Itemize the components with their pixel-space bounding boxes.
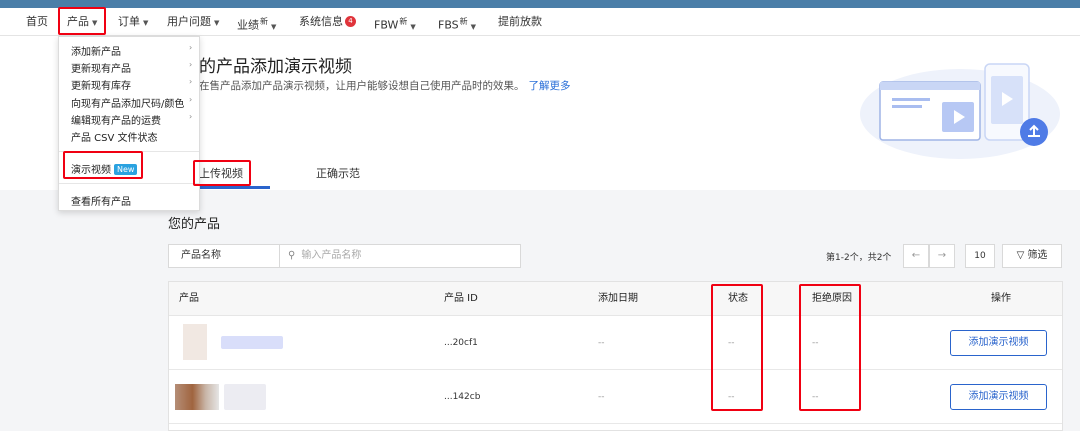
page-description-text: 在售产品添加产品演示视频，让用户能够设想自己使用产品时的效果。 bbox=[199, 80, 525, 92]
chevron-down-icon: ▼ bbox=[214, 19, 220, 27]
nav-performance-label: 业绩 bbox=[237, 18, 259, 32]
chevron-right-icon: › bbox=[189, 43, 193, 52]
page-title: 的产品添加演示视频 bbox=[199, 57, 352, 77]
nav-user-issues-label: 用户问题 bbox=[167, 15, 211, 28]
nav-fbw-label: FBW bbox=[374, 18, 399, 32]
page-description: 在售产品添加产品演示视频，让用户能够设想自己使用产品时的效果。 了解更多 bbox=[199, 78, 571, 93]
video-illustration bbox=[860, 63, 1060, 159]
chevron-down-icon: ▼ bbox=[271, 22, 277, 31]
nav-system-info-label: 系统信息 bbox=[299, 15, 343, 28]
search-input[interactable]: ⚲ 输入产品名称 bbox=[280, 244, 521, 268]
products-dropdown-menu: 添加新产品 › 更新现有产品 › 更新现有库存 › 向现有产品添加尺码/颜色 ›… bbox=[58, 36, 200, 211]
nav-home-label: 首页 bbox=[26, 15, 48, 28]
nav-orders-label: 订单 bbox=[118, 15, 140, 28]
add-demo-video-button[interactable]: 添加演示视频 bbox=[950, 330, 1047, 356]
new-superscript: 新 bbox=[399, 17, 408, 26]
chevron-right-icon: › bbox=[189, 77, 193, 86]
menu-item-edit-shipping[interactable]: 编辑现有产品的运费 bbox=[71, 112, 161, 127]
product-name-blurred[interactable] bbox=[221, 336, 283, 349]
header-actions: 操作 bbox=[991, 293, 1011, 304]
nav-advance-payment-label: 提前放款 bbox=[498, 15, 542, 28]
nav-fbs-label: FBS bbox=[438, 18, 459, 32]
header-product-id: 产品 ID bbox=[444, 293, 478, 304]
menu-item-update-products[interactable]: 更新现有产品 bbox=[71, 60, 131, 75]
menu-item-add-size-color[interactable]: 向现有产品添加尺码/颜色 bbox=[71, 95, 184, 110]
chevron-right-icon: › bbox=[189, 95, 193, 104]
nav-fbw[interactable]: FBW新▼ bbox=[374, 8, 416, 36]
nav-performance[interactable]: 业绩新▼ bbox=[237, 8, 276, 36]
active-tab-indicator bbox=[196, 186, 270, 189]
product-id-cell: ...20cf1 bbox=[444, 338, 478, 348]
nav-advance-payment[interactable]: 提前放款 bbox=[498, 8, 542, 36]
table-row: ...142cb -- -- -- 添加演示视频 bbox=[169, 370, 1062, 424]
filter-icon: ▽ bbox=[1016, 250, 1028, 261]
menu-item-csv-status[interactable]: 产品 CSV 文件状态 bbox=[71, 129, 158, 144]
highlight-demo-video-item bbox=[63, 151, 143, 179]
highlight-status-column bbox=[711, 284, 763, 411]
product-name-blurred[interactable] bbox=[224, 384, 266, 410]
header-product: 产品 bbox=[179, 293, 199, 304]
search-icon: ⚲ bbox=[288, 250, 296, 261]
product-thumbnail[interactable] bbox=[175, 384, 219, 410]
menu-item-add-new-product[interactable]: 添加新产品 bbox=[71, 43, 121, 58]
nav-home[interactable]: 首页 bbox=[26, 8, 48, 36]
header-date-added: 添加日期 bbox=[598, 293, 638, 304]
main-nav: 首页 产品 ▼ 订单 ▼ 用户问题 ▼ 业绩新▼ 系统信息 4 FBW新▼ FBS新▼ … bbox=[0, 8, 1080, 36]
chevron-right-icon: › bbox=[189, 112, 193, 121]
product-thumbnail[interactable] bbox=[183, 324, 207, 360]
page-size-select[interactable]: 10 bbox=[965, 244, 995, 268]
new-superscript: 新 bbox=[459, 17, 468, 26]
filter-button[interactable]: ▽ 筛选 bbox=[1002, 244, 1062, 268]
section-title: 您的产品 bbox=[168, 217, 221, 232]
chevron-down-icon: ▼ bbox=[470, 22, 477, 31]
chevron-right-icon: › bbox=[189, 60, 193, 69]
menu-item-view-all-products[interactable]: 查看所有产品 bbox=[71, 193, 131, 208]
learn-more-link[interactable]: 了解更多 bbox=[529, 80, 571, 92]
filter-field-select[interactable]: 产品名称 bbox=[168, 244, 280, 268]
tab-correct-example[interactable]: 正确示范 bbox=[316, 165, 360, 181]
date-cell: -- bbox=[598, 392, 605, 402]
menu-divider bbox=[59, 183, 199, 184]
search-placeholder: 输入产品名称 bbox=[301, 250, 362, 261]
product-id-cell: ...142cb bbox=[444, 392, 481, 402]
table-row: ...20cf1 -- -- -- 添加演示视频 bbox=[169, 316, 1062, 370]
nav-user-issues[interactable]: 用户问题 ▼ bbox=[167, 8, 219, 36]
highlight-reject-reason-column bbox=[799, 284, 861, 411]
nav-system-info[interactable]: 系统信息 4 bbox=[299, 8, 356, 36]
new-superscript: 新 bbox=[260, 17, 268, 26]
pagination-summary: 第1-2个，共2个 bbox=[826, 253, 892, 263]
top-color-bar bbox=[0, 0, 1080, 8]
chevron-down-icon: ▼ bbox=[143, 19, 149, 27]
prev-page-button[interactable]: ← bbox=[903, 244, 929, 268]
date-cell: -- bbox=[598, 338, 605, 348]
nav-fbs[interactable]: FBS新▼ bbox=[438, 8, 476, 36]
products-table: 产品 产品 ID 添加日期 状态 拒绝原因 操作 ...20cf1 -- -- … bbox=[168, 281, 1063, 431]
add-demo-video-button[interactable]: 添加演示视频 bbox=[950, 384, 1047, 410]
highlight-products-nav bbox=[58, 7, 106, 35]
filter-button-label: 筛选 bbox=[1027, 250, 1048, 261]
notification-badge: 4 bbox=[345, 16, 356, 27]
next-page-button[interactable]: → bbox=[929, 244, 955, 268]
highlight-upload-tab bbox=[193, 160, 251, 186]
menu-item-update-inventory[interactable]: 更新现有库存 bbox=[71, 77, 131, 92]
nav-orders[interactable]: 订单 ▼ bbox=[118, 8, 148, 36]
table-header: 产品 产品 ID 添加日期 状态 拒绝原因 操作 bbox=[169, 282, 1062, 316]
chevron-down-icon: ▼ bbox=[410, 22, 416, 31]
